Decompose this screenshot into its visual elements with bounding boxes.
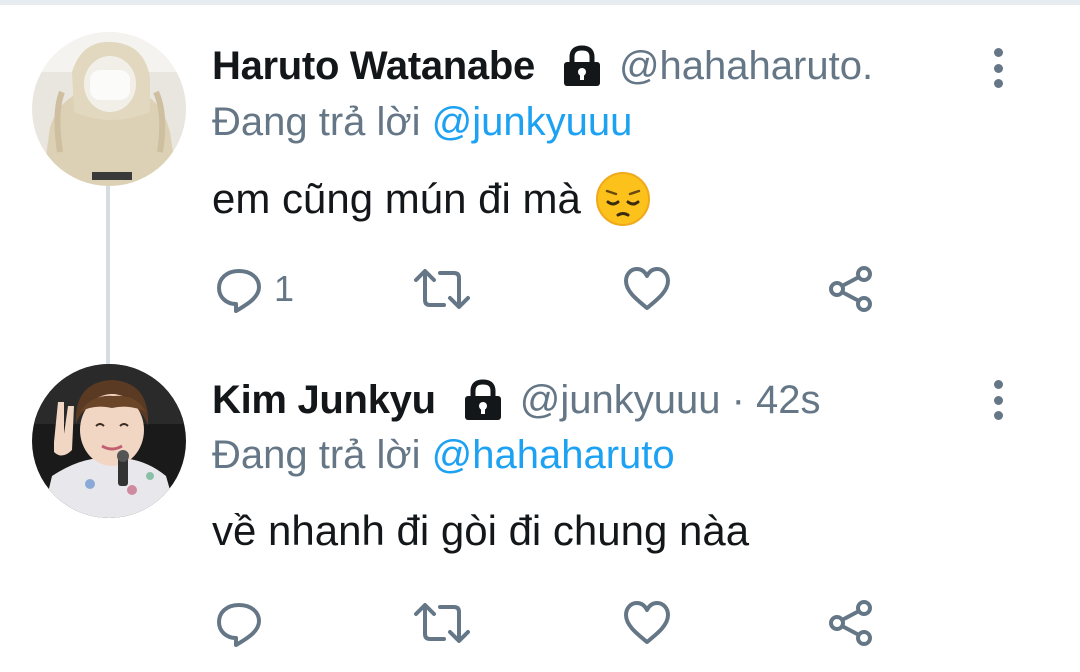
mention-link[interactable]: @junkyuuu: [432, 100, 633, 144]
avatar[interactable]: [32, 32, 186, 186]
replying-prefix: Đang trả lời: [212, 100, 432, 144]
retweet-button[interactable]: [412, 264, 472, 314]
reply-icon: [217, 603, 261, 647]
replying-to: Đang trả lời @hahaharuto: [212, 433, 675, 478]
display-name[interactable]: Haruto Watanabe: [212, 44, 535, 89]
tweet-header: Haruto Watanabe @hahaharuto.: [212, 36, 873, 96]
mention-link[interactable]: @hahaharuto: [432, 433, 675, 477]
handle-and-time[interactable]: @junkyuuu · 42s: [520, 378, 821, 423]
retweet-icon: [414, 269, 470, 309]
more-icon[interactable]: [988, 48, 1008, 88]
share-icon: [829, 600, 872, 646]
like-button[interactable]: [622, 598, 672, 648]
like-icon: [624, 601, 670, 644]
pensive-face-icon: [595, 172, 650, 226]
reply-button[interactable]: [214, 598, 274, 648]
retweet-button[interactable]: [412, 598, 472, 648]
retweet-icon: [414, 603, 470, 643]
more-icon[interactable]: [988, 380, 1008, 420]
tweet-text: em cũng mún đi mà: [212, 168, 651, 230]
top-divider: [0, 0, 1080, 5]
reply-count: 1: [274, 268, 295, 309]
handle[interactable]: @hahaharuto.: [619, 44, 873, 89]
like-icon: [624, 267, 670, 310]
share-button[interactable]: [826, 264, 876, 314]
tweet-text-content: em cũng mún đi mà: [212, 175, 581, 222]
tweet-text: về nhanh đi gòi đi chung nàa: [212, 500, 749, 562]
replying-to: Đang trả lời @junkyuuu: [212, 100, 632, 145]
like-button[interactable]: [622, 264, 672, 314]
share-button[interactable]: [826, 598, 876, 648]
tweet-actions: [0, 598, 1080, 648]
display-name[interactable]: Kim Junkyu: [212, 378, 436, 423]
tweet-header: Kim Junkyu @junkyuuu · 42s: [212, 370, 821, 430]
lock-icon: [464, 379, 501, 420]
share-icon: [829, 266, 872, 312]
reply-icon: [217, 269, 261, 313]
tweet-actions: 1: [0, 264, 1080, 314]
replying-prefix: Đang trả lời: [212, 433, 432, 477]
lock-icon: [563, 45, 600, 86]
reply-button[interactable]: 1: [214, 264, 294, 314]
avatar[interactable]: [32, 364, 186, 518]
tweet-text-content: về nhanh đi gòi đi chung nàa: [212, 507, 750, 554]
